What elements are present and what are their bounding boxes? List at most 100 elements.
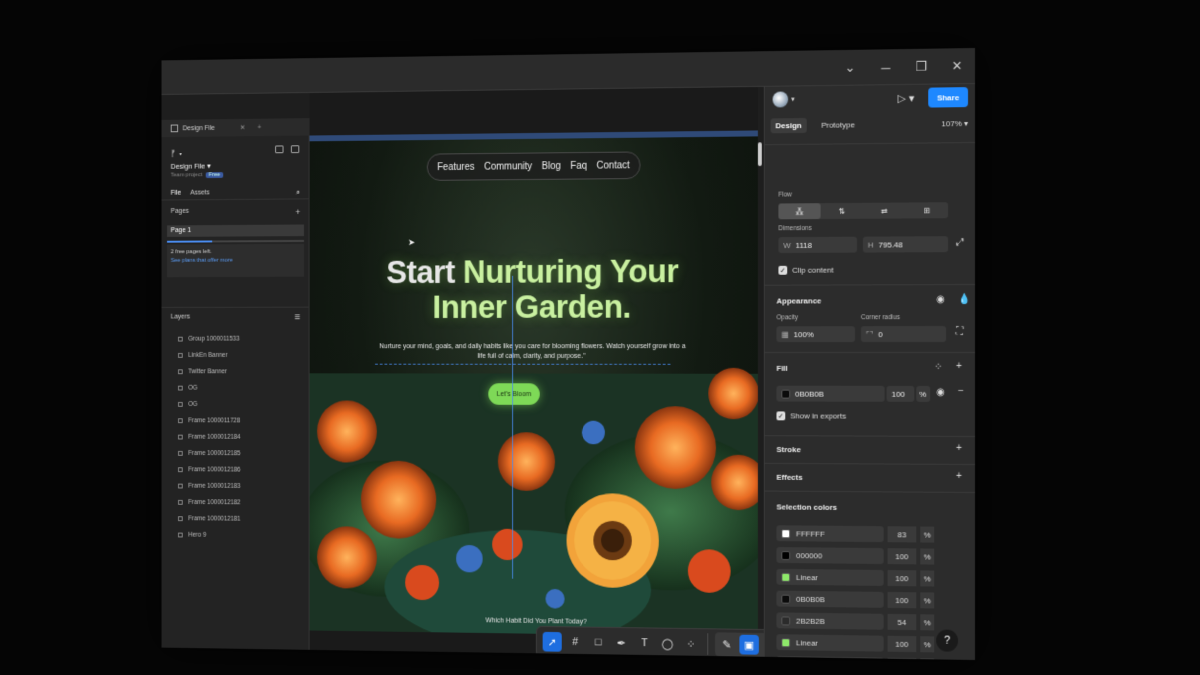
selection-color-row[interactable]: 000000 100%: [776, 544, 935, 567]
show-in-exports-checkbox[interactable]: ✓: [776, 411, 786, 421]
share-button[interactable]: Share: [928, 87, 969, 108]
fill-swatch[interactable]: [781, 389, 791, 399]
add-stroke-icon[interactable]: +: [956, 443, 962, 454]
shape-tool-icon[interactable]: □: [589, 633, 608, 653]
flow-horizontal-icon[interactable]: ⇄: [863, 203, 906, 219]
add-fill-icon[interactable]: +: [956, 361, 962, 372]
selection-color-row[interactable]: 2B2B2B 54%: [776, 609, 935, 633]
design-mode-icon[interactable]: ▣: [739, 634, 759, 655]
avatar-chevron-icon[interactable]: ▾: [791, 95, 794, 103]
present-play-icon[interactable]: ▷ ▾: [897, 91, 914, 104]
opacity-field[interactable]: ▦ 100%: [776, 326, 856, 343]
fill-opacity-field[interactable]: 100: [886, 385, 915, 402]
canvas[interactable]: Features Community Blog Faq Contact Star…: [309, 86, 791, 660]
tab-file[interactable]: File: [171, 190, 181, 197]
lets-bloom-button[interactable]: Let's Bloom: [488, 383, 540, 405]
layer-item[interactable]: Group 1000011533: [178, 331, 308, 347]
color-swatch[interactable]: [781, 528, 791, 538]
corner-radius-field[interactable]: ⌜⌝ 0: [860, 326, 947, 343]
nav-blog[interactable]: Blog: [542, 161, 561, 172]
frame-tool-icon[interactable]: #: [566, 632, 585, 652]
color-opacity[interactable]: 100: [887, 657, 917, 660]
minimize-button[interactable]: ─: [868, 49, 904, 85]
sidebar-toggle-icon[interactable]: [290, 145, 300, 154]
tab-prototype[interactable]: Prototype: [816, 117, 860, 132]
nav-faq[interactable]: Faq: [570, 160, 587, 171]
selection-color-row[interactable]: Linear100%: [776, 566, 935, 590]
new-tab-icon[interactable]: +: [257, 124, 261, 131]
tab-design[interactable]: Design: [770, 118, 807, 134]
remove-fill-icon[interactable]: −: [958, 386, 964, 397]
file-tab[interactable]: Design File ✕ +: [161, 118, 310, 138]
see-plans-link[interactable]: See plans that offer more: [171, 256, 301, 265]
comment-tool-icon[interactable]: ◯: [658, 634, 677, 654]
add-effect-icon[interactable]: +: [956, 471, 962, 482]
color-swatch[interactable]: [781, 594, 791, 604]
layer-item[interactable]: LinkEn Banner: [178, 347, 308, 363]
selection-color-row[interactable]: Linear100%: [776, 653, 935, 660]
layer-item[interactable]: Twitter Banner: [178, 364, 308, 380]
color-opacity[interactable]: 100: [887, 635, 917, 653]
layer-item[interactable]: Frame 1000012184: [178, 429, 308, 446]
layer-item[interactable]: OG: [178, 380, 308, 397]
blend-drop-icon[interactable]: 💧: [958, 294, 970, 305]
selection-color-field[interactable]: Linear: [776, 568, 884, 586]
color-swatch[interactable]: [781, 572, 791, 582]
layer-item[interactable]: Frame 1000012181: [178, 511, 308, 528]
color-opacity[interactable]: 100: [887, 548, 917, 565]
selection-color-field[interactable]: Linear: [776, 634, 884, 652]
nav-community[interactable]: Community: [484, 161, 532, 172]
color-opacity[interactable]: 100: [887, 570, 917, 587]
avatar[interactable]: [772, 91, 789, 108]
help-button[interactable]: ?: [936, 629, 959, 652]
maximize-button[interactable]: ❐: [903, 49, 939, 85]
app-menu-icon[interactable]: ᚠ ▾: [171, 148, 183, 158]
selection-color-field[interactable]: 2B2B2B: [776, 612, 884, 630]
layer-item[interactable]: OG: [178, 396, 308, 413]
draw-mode-icon[interactable]: ✎: [717, 634, 736, 654]
collapse-button[interactable]: ⌄: [832, 50, 867, 86]
file-title[interactable]: Design File ▾: [171, 162, 211, 171]
nav-contact[interactable]: Contact: [597, 160, 630, 171]
minimize-ui-icon[interactable]: [275, 145, 284, 154]
layer-item[interactable]: Frame 1000011728: [178, 413, 308, 430]
tab-assets[interactable]: Assets: [190, 190, 209, 197]
search-icon[interactable]: ⌕: [296, 187, 300, 197]
flow-free-icon[interactable]: ⁂: [778, 203, 821, 220]
list-view-icon[interactable]: ☰: [294, 313, 300, 321]
layer-item[interactable]: Frame 1000012182: [178, 494, 308, 511]
hero-frame[interactable]: Features Community Blog Faq Contact Star…: [309, 136, 758, 637]
clip-content-checkbox[interactable]: ✓: [778, 265, 788, 275]
zoom-level[interactable]: 107% ▾: [941, 119, 968, 128]
layer-item[interactable]: Frame 1000012185: [178, 445, 308, 462]
width-field[interactable]: W 1118: [778, 236, 857, 254]
selection-color-field[interactable]: Linear: [776, 655, 884, 660]
flow-grid-icon[interactable]: ⊞: [905, 202, 948, 218]
vertical-scrollbar[interactable]: [757, 142, 762, 167]
color-swatch[interactable]: [781, 615, 791, 625]
selection-color-field[interactable]: FFFFFF: [776, 525, 884, 543]
selection-color-row[interactable]: 0B0B0B 100%: [776, 588, 935, 612]
selection-color-row[interactable]: Linear100%: [776, 631, 935, 655]
layer-item[interactable]: Frame 1000012183: [178, 478, 308, 495]
hero-subcopy[interactable]: Nurture your mind, goals, and daily habi…: [375, 342, 690, 362]
color-opacity[interactable]: 83: [887, 526, 917, 543]
fill-visibility-icon[interactable]: ◉: [936, 387, 945, 398]
color-swatch[interactable]: [781, 637, 791, 647]
move-tool-icon[interactable]: ➚: [542, 631, 562, 652]
text-tool-icon[interactable]: T: [635, 633, 654, 653]
layer-item[interactable]: Hero 9: [178, 527, 308, 545]
color-swatch[interactable]: [781, 550, 791, 560]
add-page-icon[interactable]: +: [295, 207, 300, 217]
page-item[interactable]: Page 1: [167, 224, 304, 237]
height-field[interactable]: H 795.48: [862, 236, 949, 253]
independent-corners-icon[interactable]: ⛶: [956, 326, 963, 337]
hero-headline[interactable]: Start Nurturing Your Inner Garden.: [347, 253, 719, 325]
selection-color-field[interactable]: 0B0B0B: [776, 590, 884, 608]
flow-vertical-icon[interactable]: ⇅: [821, 203, 863, 219]
layer-item[interactable]: Frame 1000012186: [178, 462, 308, 479]
color-opacity[interactable]: 54: [887, 613, 917, 631]
selection-color-field[interactable]: 000000: [776, 547, 884, 565]
pen-tool-icon[interactable]: ✒: [612, 633, 631, 653]
visibility-eye-icon[interactable]: ◉: [936, 294, 945, 305]
